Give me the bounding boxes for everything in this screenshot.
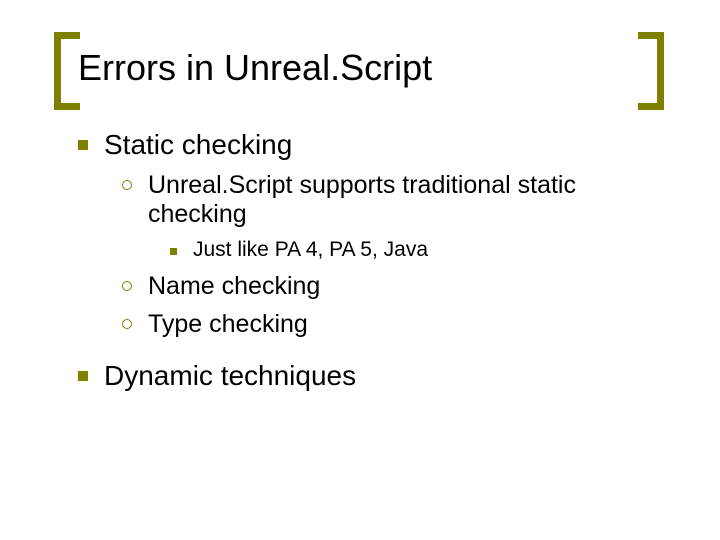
list-item: Unreal.Script supports traditional stati… bbox=[122, 171, 660, 230]
title-area: Errors in Unreal.Script bbox=[0, 0, 720, 88]
circle-bullet-icon bbox=[122, 319, 132, 329]
slide: Errors in Unreal.Script Static checking … bbox=[0, 0, 720, 540]
list-item: Just like PA 4, PA 5, Java bbox=[170, 238, 660, 263]
list-item: Type checking bbox=[122, 310, 660, 340]
circle-bullet-icon bbox=[122, 281, 132, 291]
circle-bullet-icon bbox=[122, 180, 132, 190]
list-item-label: Type checking bbox=[148, 310, 308, 340]
list-item-label: Just like PA 4, PA 5, Java bbox=[193, 238, 428, 263]
square-bullet-icon bbox=[78, 371, 88, 381]
list-item: Name checking bbox=[122, 272, 660, 302]
list-item: Static checking bbox=[78, 128, 660, 161]
slide-body: Static checking Unreal.Script supports t… bbox=[0, 88, 720, 393]
slide-title: Errors in Unreal.Script bbox=[78, 48, 670, 88]
list-item-label: Unreal.Script supports traditional stati… bbox=[148, 171, 660, 230]
square-bullet-icon bbox=[170, 248, 177, 255]
list-item-label: Dynamic techniques bbox=[104, 359, 356, 392]
list-item: Dynamic techniques bbox=[78, 359, 660, 392]
square-bullet-icon bbox=[78, 140, 88, 150]
list-item-label: Static checking bbox=[104, 128, 292, 161]
list-item-label: Name checking bbox=[148, 272, 320, 302]
